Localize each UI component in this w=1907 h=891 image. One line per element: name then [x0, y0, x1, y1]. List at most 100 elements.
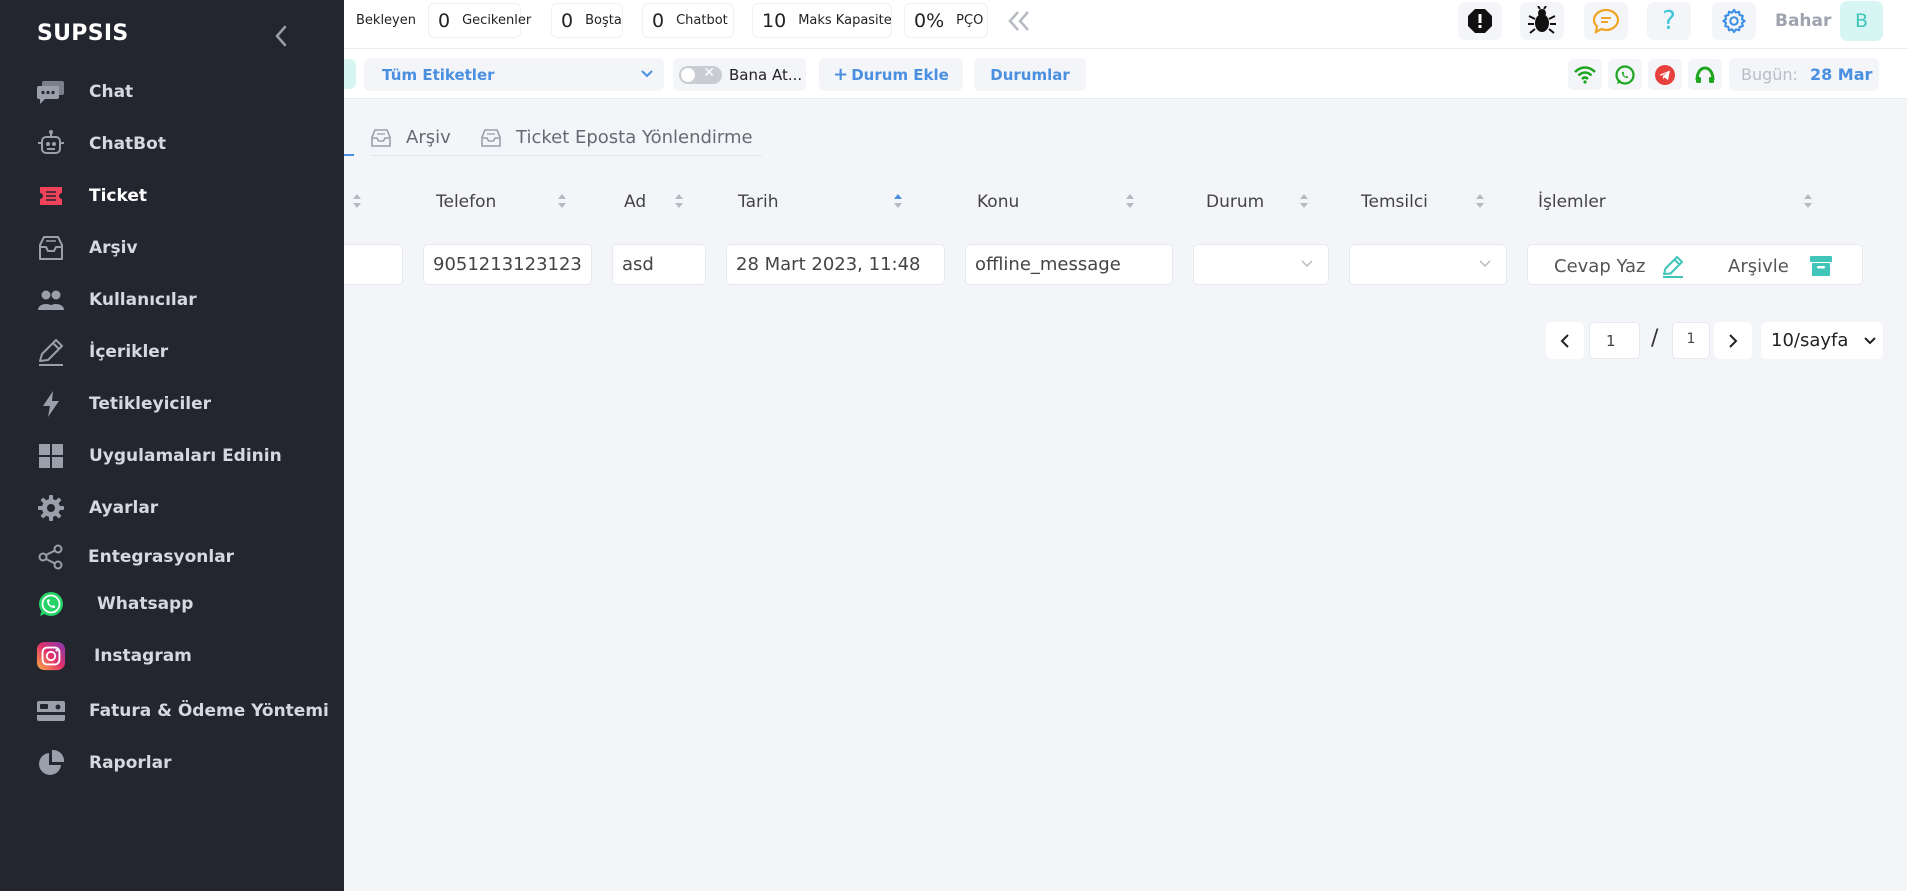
sort-icon[interactable] [1299, 192, 1309, 210]
help-button[interactable]: ? [1647, 2, 1691, 40]
assign-to-me-toggle[interactable]: ✕ Bana At... [673, 58, 806, 91]
sidebar-item-label: Raporlar [89, 753, 172, 773]
cell-phone: 9051213123123 [423, 244, 592, 285]
filter-button-partial[interactable] [344, 59, 356, 89]
next-page-button[interactable] [1714, 322, 1752, 359]
plus-icon: + [833, 64, 849, 85]
brand-logo: SUPSIS [37, 21, 129, 46]
cell-subject: offline_message [965, 244, 1173, 285]
page-size-select[interactable]: 10/sayfa [1761, 322, 1883, 359]
reply-button[interactable]: Cevap Yaz [1554, 254, 1685, 278]
gear-icon [36, 493, 66, 523]
sidebar-item-settings[interactable]: Ayarlar [0, 486, 344, 530]
channel-telegram-button[interactable] [1648, 59, 1682, 90]
sort-icon[interactable] [674, 192, 684, 210]
inbox-icon [370, 127, 392, 149]
chevron-down-icon [1479, 260, 1491, 268]
apps-grid-icon [36, 441, 66, 471]
channel-whatsapp-button[interactable] [1608, 59, 1642, 90]
archive-button[interactable]: Arşivle [1728, 254, 1833, 278]
sidebar-item-whatsapp[interactable]: Whatsapp [0, 582, 344, 626]
sidebar-item-label: İçerikler [89, 342, 169, 362]
collapse-stats-button[interactable] [1007, 10, 1031, 36]
stat-chatbot: 0 Chatbot [642, 3, 734, 38]
inbox-icon [480, 127, 502, 149]
credit-card-icon [36, 696, 66, 726]
column-header-date[interactable]: Tarih [738, 190, 778, 214]
help-icon: ? [1662, 6, 1676, 36]
sidebar-item-billing[interactable]: Fatura & Ödeme Yöntemi [0, 689, 344, 733]
prev-page-button[interactable] [1546, 322, 1584, 359]
assign-to-me-label: Bana At... [729, 66, 803, 84]
column-header-name[interactable]: Ad [624, 190, 646, 214]
sort-icon[interactable] [1475, 192, 1485, 210]
collapse-sidebar-button[interactable] [268, 22, 294, 50]
sidebar-item-integrations[interactable]: Entegrasyonlar [0, 535, 344, 579]
sidebar-item-label: Whatsapp [97, 594, 194, 614]
settings-button[interactable] [1712, 2, 1756, 40]
channel-webchat-button[interactable] [1688, 59, 1722, 90]
column-header-actions: İşlemler [1538, 192, 1606, 212]
telegram-icon [1655, 64, 1675, 85]
sort-icon[interactable] [557, 192, 567, 210]
toggle-switch[interactable]: ✕ [679, 65, 722, 84]
sidebar-item-label: Ayarlar [89, 498, 159, 518]
sidebar-item-contents[interactable]: İçerikler [0, 330, 344, 374]
status-select[interactable] [1193, 244, 1329, 285]
tags-select[interactable]: Tüm Etiketler [364, 58, 664, 91]
sidebar-item-ticket[interactable]: Ticket [0, 174, 344, 218]
sidebar-item-label: Tetikleyiciler [89, 394, 212, 414]
agent-select[interactable] [1349, 244, 1507, 285]
filter-bar: Tüm Etiketler ✕ Bana At... + Durum Ekle … [344, 49, 1907, 99]
whatsapp-icon [36, 589, 66, 619]
sidebar-item-chatbot[interactable]: ChatBot [0, 122, 344, 166]
sidebar-item-label: Arşiv [89, 238, 138, 258]
column-header-agent[interactable]: Temsilci [1361, 190, 1428, 214]
statuses-button[interactable]: Durumlar [974, 58, 1086, 91]
today-label: Bugün: [1741, 65, 1798, 84]
column-header-subject[interactable]: Konu [977, 190, 1019, 214]
sort-ascending-icon[interactable] [893, 192, 903, 210]
total-pages: 1 [1672, 322, 1710, 359]
column-header-phone[interactable]: Telefon [436, 190, 496, 214]
column-header-status[interactable]: Durum [1206, 190, 1264, 214]
cell-name: asd [612, 244, 706, 285]
webchat-icon [1695, 65, 1715, 83]
tab-ticket-email-forwarding[interactable]: Ticket Eposta Yönlendirme [480, 120, 762, 156]
sidebar-item-get-apps[interactable]: Uygulamaları Edinin [0, 434, 344, 478]
sidebar-item-label: Kullanıcılar [89, 290, 197, 310]
chevron-left-icon [275, 25, 287, 47]
feedback-button[interactable] [1584, 2, 1628, 40]
stat-waiting: Bekleyen [344, 3, 416, 38]
page-input[interactable]: 1 [1589, 322, 1640, 359]
tab-archive[interactable]: Arşiv [370, 120, 480, 156]
sidebar-item-label: Entegrasyonlar [88, 547, 235, 567]
whatsapp-icon [1615, 64, 1635, 85]
sort-icon[interactable] [352, 192, 362, 210]
add-status-button[interactable]: + Durum Ekle [819, 58, 963, 91]
stat-delayed: 0 Gecikenler [428, 3, 531, 38]
sort-icon[interactable] [1125, 192, 1135, 210]
bug-report-button[interactable] [1520, 2, 1564, 40]
sidebar-item-triggers[interactable]: Tetikleyiciler [0, 382, 344, 426]
users-icon [36, 285, 66, 315]
chevron-down-icon [1301, 260, 1313, 268]
stat-pco: 0% PÇO [904, 3, 988, 38]
alert-button[interactable] [1458, 2, 1502, 40]
sidebar-item-label: Ticket [89, 186, 148, 206]
sidebar-item-instagram[interactable]: Instagram [0, 634, 344, 678]
sidebar-item-reports[interactable]: Raporlar [0, 741, 344, 785]
sidebar-item-archive[interactable]: Arşiv [0, 226, 344, 270]
avatar[interactable]: B [1840, 1, 1883, 41]
sort-icon[interactable] [1803, 192, 1813, 210]
chevron-down-icon [641, 70, 653, 78]
channel-connection-button[interactable] [1568, 59, 1602, 90]
chat-icon [36, 77, 66, 107]
sidebar-item-label: ChatBot [89, 134, 166, 154]
chatbot-icon [36, 129, 66, 159]
archive-box-icon [1809, 256, 1832, 276]
bolt-icon [36, 389, 66, 419]
feedback-icon [1592, 8, 1620, 35]
sidebar-item-chat[interactable]: Chat [0, 70, 344, 114]
sidebar-item-users[interactable]: Kullanıcılar [0, 278, 344, 322]
